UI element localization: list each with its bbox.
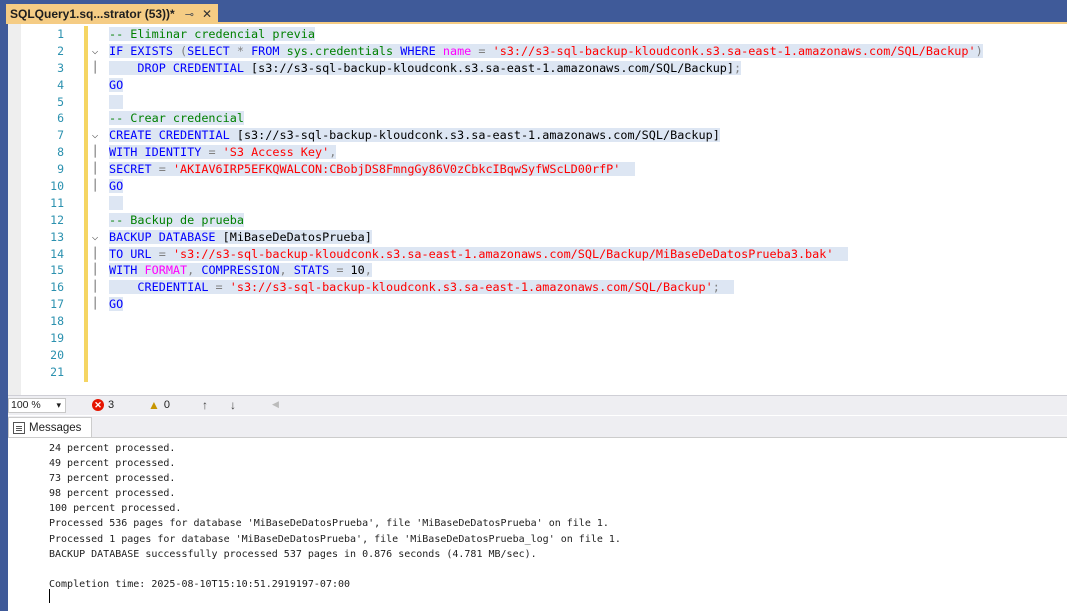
line-number: 5 (57, 94, 64, 109)
arrow-down-icon[interactable]: ↓ (230, 398, 236, 412)
line-number: 1 (57, 27, 64, 41)
code-line-5 (109, 94, 1059, 111)
tab-messages-label: Messages (29, 422, 82, 434)
tab-sqlquery1[interactable]: SQLQuery1.sq...strator (53))* ⊸ ✕ (6, 4, 218, 24)
code-line-1: -- Eliminar credencial previa (109, 27, 315, 41)
editor-status-bar: 100 % ▾ ✕ 3 ▲ 0 ↑ ↓ ◀ (8, 395, 1067, 415)
code-line-16: CREDENTIAL = 's3://s3-sql-backup-kloudco… (109, 279, 1059, 296)
message-line: Completion time: 2025-08-10T15:10:51.291… (49, 578, 351, 590)
code-line-17: GO (109, 297, 124, 312)
pin-icon[interactable]: ⊸ (185, 8, 194, 21)
line-number: 4 (57, 77, 64, 92)
arrow-up-icon[interactable]: ↑ (202, 398, 208, 412)
code-line-2: IF EXISTS (SELECT * FROM sys.credentials… (109, 43, 983, 58)
line-number: 19 (50, 331, 64, 346)
warning-icon: ▲ (148, 398, 160, 412)
message-line: 49 percent processed. (49, 458, 176, 470)
line-number: 14 (50, 246, 64, 261)
line-number: 11 (50, 195, 64, 210)
outlining-margin: ⌵ │ ⌵ │ │ │ ⌵ │ │ │ │ (88, 26, 102, 313)
tab-messages[interactable]: Messages (8, 417, 92, 438)
code-line-12: -- Backup de prueba (109, 212, 244, 227)
message-line: Processed 536 pages for database 'MiBase… (49, 518, 609, 530)
line-number: 20 (50, 347, 64, 362)
collapse-icon[interactable]: ⌵ (88, 43, 102, 60)
line-number: 9 (57, 162, 64, 177)
code-line-14: TO URL = 's3://s3-sql-backup-kloudconk.s… (109, 246, 1059, 263)
line-number-gutter: 1 2 3 4 5 6 7 8 9 10 11 12 13 14 15 16 17 18 19 20 21 (22, 26, 64, 381)
message-line: Processed 1 pages for database 'MiBaseDe… (49, 533, 621, 545)
line-number: 16 (50, 280, 64, 295)
code-text[interactable]: -- Eliminar credencial previa IF EXISTS … (109, 26, 1059, 313)
zoom-value: 100 % (11, 399, 41, 411)
line-number: 6 (57, 111, 64, 126)
code-line-10: GO (109, 179, 124, 194)
code-line-4: GO (109, 77, 124, 92)
error-icon: ✕ (92, 399, 104, 411)
message-line (49, 562, 621, 577)
chevron-down-icon: ▾ (56, 400, 61, 410)
message-line: BACKUP DATABASE successfully processed 5… (49, 548, 537, 560)
code-line-6: -- Crear credencial (109, 111, 244, 126)
warning-count-indicator[interactable]: ▲ 0 (148, 399, 170, 411)
message-line: 73 percent processed. (49, 473, 176, 485)
code-line-8: WITH IDENTITY = 'S3 Access Key', (109, 145, 337, 160)
close-icon[interactable]: ✕ (202, 7, 212, 21)
code-line-9: SECRET = 'AKIAV6IRP5EFKQWALCON:CBobjDS8F… (109, 161, 1059, 178)
tab-title: SQLQuery1.sq...strator (53))* (10, 7, 175, 21)
zoom-dropdown[interactable]: 100 % ▾ (8, 398, 66, 413)
line-number: 3 (57, 60, 64, 75)
code-line-11 (109, 195, 1059, 212)
line-number: 17 (50, 297, 64, 312)
window-frame-left (0, 0, 8, 611)
editor-margin (8, 24, 21, 395)
error-count: 3 (108, 399, 115, 411)
line-number: 10 (50, 179, 64, 194)
code-line-13: BACKUP DATABASE [MiBaseDeDatosPrueba] (109, 229, 372, 244)
text-caret (49, 589, 50, 603)
messages-output: 24 percent processed. 49 percent process… (49, 441, 621, 592)
line-number: 18 (50, 314, 64, 329)
collapse-icon[interactable]: ⌵ (88, 229, 102, 246)
message-line: 98 percent processed. (49, 488, 176, 500)
line-number: 2 (57, 43, 64, 58)
results-tab-strip: Messages (8, 416, 1067, 438)
warning-count: 0 (163, 399, 171, 411)
error-count-indicator[interactable]: ✕ 3 (92, 399, 114, 411)
line-number: 12 (50, 212, 64, 227)
code-line-3: DROP CREDENTIAL [s3://s3-sql-backup-klou… (109, 60, 742, 75)
code-line-7: CREATE CREDENTIAL [s3://s3-sql-backup-kl… (109, 128, 720, 143)
line-number: 21 (50, 364, 64, 379)
line-number: 8 (57, 145, 64, 160)
messages-icon (13, 422, 25, 434)
message-line: 100 percent processed. (49, 503, 182, 515)
collapse-icon[interactable]: ⌵ (88, 127, 102, 144)
code-line-15: WITH FORMAT, COMPRESSION, STATS = 10, (109, 263, 372, 278)
scroll-left-icon[interactable]: ◀ (272, 399, 279, 410)
message-line: 24 percent processed. (49, 443, 176, 454)
line-number: 13 (50, 229, 64, 244)
line-number: 7 (57, 128, 64, 143)
line-number: 15 (50, 263, 64, 278)
